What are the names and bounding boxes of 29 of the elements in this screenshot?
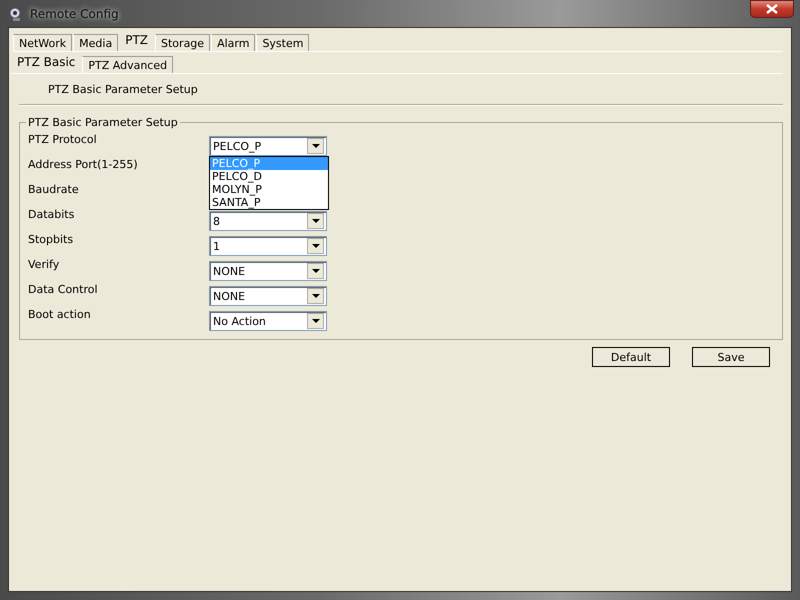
field-label: Baudrate <box>28 183 80 196</box>
group-title: PTZ Basic Parameter Setup <box>27 116 179 129</box>
action-button[interactable]: Default <box>592 347 670 367</box>
window-title: Remote Config <box>30 6 119 20</box>
tab[interactable]: Media <box>73 34 118 51</box>
tab[interactable]: System <box>256 34 310 51</box>
field-label: Verify <box>28 258 60 271</box>
dropdown[interactable]: 8 <box>209 211 327 231</box>
dropdown[interactable]: No Action <box>209 311 327 331</box>
close-icon <box>766 4 778 14</box>
dropdown[interactable]: 1 <box>209 236 327 256</box>
section-heading: PTZ Basic Parameter Setup <box>47 82 199 98</box>
field-label: PTZ Protocol <box>28 133 98 146</box>
tab[interactable]: Storage <box>155 34 210 51</box>
tab[interactable]: PTZ Advanced <box>82 56 174 73</box>
field-label: Stopbits <box>28 233 74 246</box>
field-label: Address Port(1-255) <box>28 158 139 171</box>
close-button[interactable] <box>750 0 794 18</box>
action-button[interactable]: Save <box>692 347 770 367</box>
dropdown-option[interactable]: PELCO_D <box>210 170 328 183</box>
dropdown-option[interactable]: SANTA_P <box>210 196 328 209</box>
tab[interactable]: NetWork <box>13 34 72 51</box>
dropdown-option[interactable]: MOLYN_P <box>210 183 328 196</box>
dropdown[interactable]: NONE <box>209 286 327 306</box>
field-label: Databits <box>28 208 76 221</box>
field-label: Data Control <box>28 283 99 296</box>
dropdown[interactable]: NONE <box>209 261 327 281</box>
field-label: Boot action <box>28 308 92 321</box>
tab[interactable]: Alarm <box>211 34 256 51</box>
